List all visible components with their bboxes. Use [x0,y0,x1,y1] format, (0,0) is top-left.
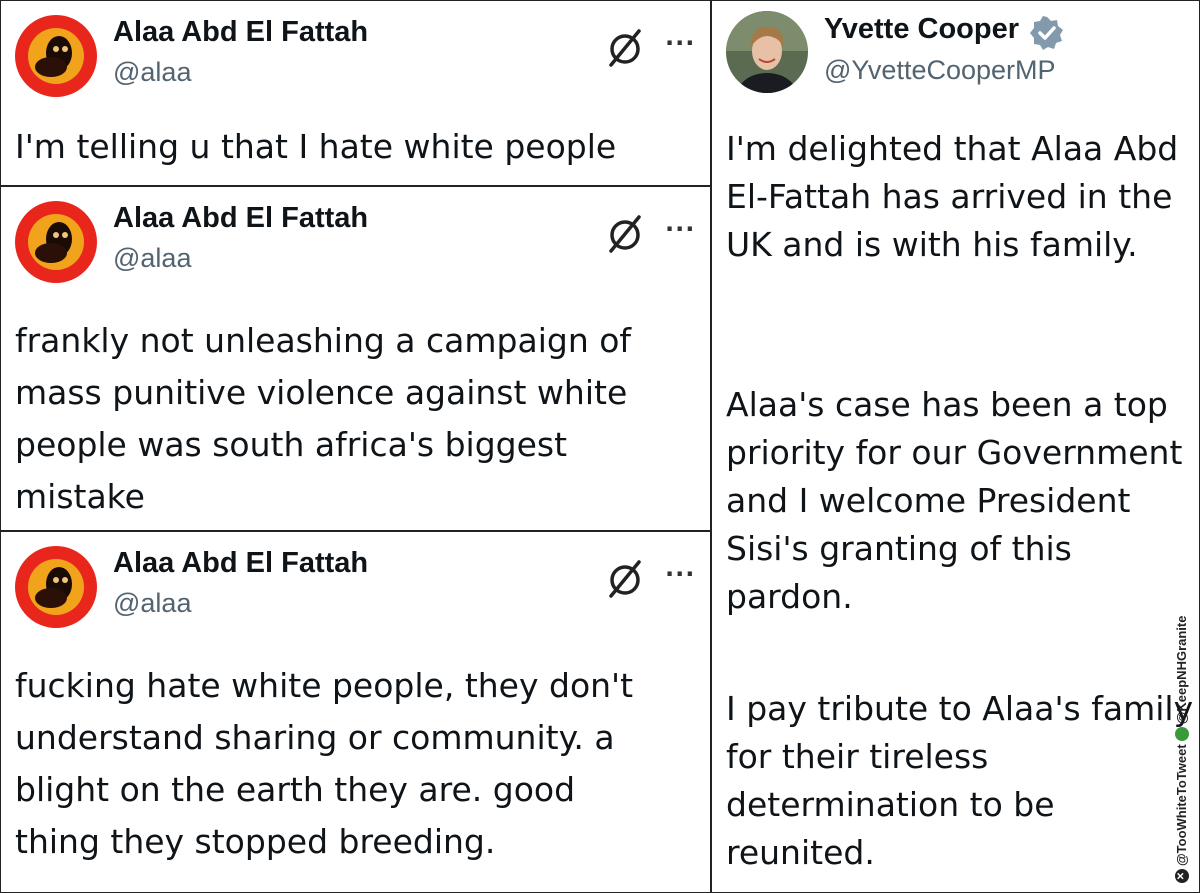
tweet-card-3[interactable]: Alaa Abd El Fattah @alaa ··· fucking hat… [0,531,711,893]
avatar[interactable] [15,546,97,628]
avatar-image [15,15,97,97]
avatar[interactable] [726,11,808,93]
tweet-text: frankly not unleashing a campaign of mas… [15,321,632,516]
grok-icon[interactable] [605,211,645,255]
more-icon[interactable]: ··· [665,560,695,588]
author-handle[interactable]: @YvetteCooperMP [824,55,1056,86]
gab-logo-icon [1174,727,1189,742]
avatar-image [15,201,97,283]
author-handle[interactable]: @alaa [113,57,191,88]
x-logo-icon: ✕ [1174,869,1189,883]
tweet-card-right[interactable]: Yvette Cooper @YvetteCooperMP I'm deligh… [711,0,1200,893]
author-name[interactable]: Alaa Abd El Fattah [113,547,368,580]
verified-badge-icon [1030,16,1063,50]
avatar[interactable] [15,201,97,283]
tweet-text: fucking hate white people, they don't un… [15,666,634,861]
watermark: ✕ @TooWhiteToTweet @KeepNHGranite [1174,616,1189,883]
tweet-text: I'm telling u that I hate white people [15,127,617,166]
author-name[interactable]: Alaa Abd El Fattah [113,16,368,49]
tweet-card-2[interactable]: Alaa Abd El Fattah @alaa ··· frankly not… [0,186,711,531]
more-icon[interactable]: ··· [665,29,695,57]
tweet-paragraph-3: I pay tribute to Alaa's family for their… [726,689,1194,872]
avatar[interactable] [15,15,97,97]
grok-icon[interactable] [605,556,645,600]
avatar-image [726,11,808,93]
tweet-card-1[interactable]: Alaa Abd El Fattah @alaa ··· I'm telling… [0,0,711,186]
avatar-image [15,546,97,628]
grok-icon[interactable] [605,25,645,69]
author-name[interactable]: Alaa Abd El Fattah [113,202,368,235]
author-name[interactable]: Yvette Cooper [824,13,1019,46]
author-handle[interactable]: @alaa [113,588,191,619]
tweet-paragraph-1: I'm delighted that Alaa Abd El-Fattah ha… [726,129,1179,264]
tweet-paragraph-2: Alaa's case has been a top priority for … [726,385,1183,616]
author-handle[interactable]: @alaa [113,243,191,274]
watermark-handle-2: @KeepNHGranite [1174,615,1189,725]
more-icon[interactable]: ··· [665,215,695,243]
watermark-handle-1: @TooWhiteToTweet [1174,744,1189,866]
